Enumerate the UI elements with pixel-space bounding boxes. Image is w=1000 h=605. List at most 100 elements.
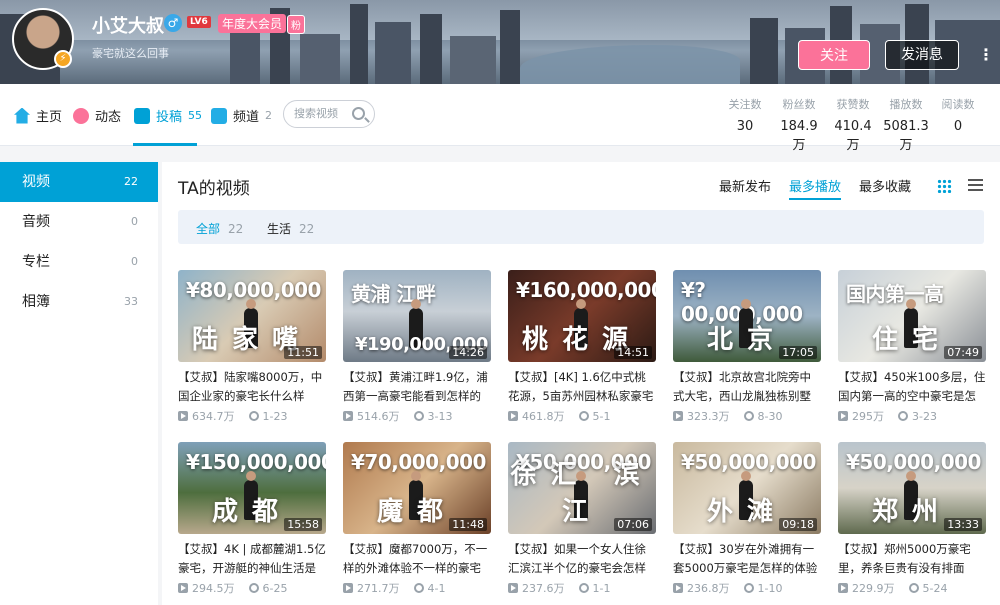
sort-most-played[interactable]: 最多播放 (789, 176, 842, 200)
video-thumbnail[interactable]: ¥70,000,000 魔都 11:48 (343, 442, 491, 534)
upload-date: 6-25 (262, 581, 288, 595)
play-count-icon (838, 411, 848, 421)
clock-icon (413, 583, 424, 593)
video-title[interactable]: 【艾叔】如果一个女人住徐汇滨江半个亿的豪宅会怎样 (508, 540, 656, 578)
banner-building (350, 4, 368, 84)
username: 小艾大叔 (92, 16, 164, 37)
play-count: 634.7万 (192, 410, 235, 423)
video-thumbnail[interactable]: 国内第一高 住宅 07:49 (838, 270, 986, 362)
video-upload-icon (134, 107, 150, 124)
video-thumbnail[interactable]: ¥50,000,000 郑州 13:33 (838, 442, 986, 534)
stat-following[interactable]: 关注数 30 (727, 96, 763, 134)
clock-icon (743, 411, 754, 421)
tab-uploads[interactable]: 投稿 55 (134, 106, 202, 125)
clock-icon (743, 583, 754, 593)
stat-value: 5081.3万 (883, 119, 929, 153)
clock-icon (248, 411, 259, 421)
video-card[interactable]: ¥50,000,000 外滩 09:18 【艾叔】30岁在外滩拥有一套5000万豪宅是… (673, 442, 821, 596)
video-card[interactable]: ¥150,000,000 成都 15:58 【艾叔】4K | 成都麓湖1.5亿豪宅，开… (178, 442, 326, 596)
sidebar-item-count: 22 (124, 175, 138, 188)
video-thumbnail[interactable]: ¥160,000,000 桃花源 14:51 (508, 270, 656, 362)
play-count: 236.8万 (687, 582, 730, 595)
video-title[interactable]: 【艾叔】黄浦江畔1.9亿，浦西第一高豪宅能看到怎样的风 (343, 368, 491, 406)
sidebar-item-audio[interactable]: 音频 0 (0, 202, 158, 242)
stat-plays: 播放数 5081.3万 (879, 96, 933, 153)
sidebar-item-articles[interactable]: 专栏 0 (0, 242, 158, 282)
filter-count: 22 (228, 222, 244, 236)
stat-value: 410.4万 (834, 119, 872, 153)
video-title[interactable]: 【艾叔】4K | 成都麓湖1.5亿豪宅，开游艇的神仙生活是什 (178, 540, 326, 578)
video-title[interactable]: 【艾叔】北京故宫北院旁中式大宅，西山龙胤独栋别墅几亩 (673, 368, 821, 406)
upload-date: 4-1 (427, 581, 446, 595)
lightning-badge-icon: ⚡ (54, 50, 72, 68)
search-icon[interactable] (352, 107, 365, 120)
follow-button[interactable]: 关注 (798, 40, 870, 70)
banner-building (420, 14, 442, 84)
video-list-panel: TA的视频 最新发布 最多播放 最多收藏 全部 22 生活 22 ¥80,000,0… (162, 162, 1000, 605)
video-duration: 15:58 (284, 518, 322, 531)
stat-label: 阅读数 (941, 98, 975, 111)
video-card[interactable]: ¥50,000,000 徐汇 滨江 07:06 【艾叔】如果一个女人住徐汇滨江半个亿的… (508, 442, 656, 596)
sidebar-item-label: 专栏 (22, 254, 50, 270)
video-duration: 11:48 (449, 518, 487, 531)
filter-all[interactable]: 全部 22 (196, 220, 243, 237)
video-thumbnail[interactable]: ¥?00,000,000 北京 17:05 (673, 270, 821, 362)
video-duration: 07:49 (944, 346, 982, 359)
video-title[interactable]: 【艾叔】魔都7000万，不一样的外滩体验不一样的豪宅 (343, 540, 491, 578)
play-count-icon (343, 583, 353, 593)
sort-latest[interactable]: 最新发布 (719, 176, 771, 195)
play-count-icon (178, 411, 188, 421)
play-count-icon (343, 411, 353, 421)
video-thumbnail[interactable]: 黄浦 江畔 ¥190,000,000 14:26 (343, 270, 491, 362)
video-card[interactable]: ¥160,000,000 桃花源 14:51 【艾叔】[4K] 1.6亿中式桃花源，5… (508, 270, 656, 424)
video-duration: 13:33 (944, 518, 982, 531)
video-thumbnail[interactable]: ¥50,000,000 徐汇 滨江 07:06 (508, 442, 656, 534)
more-options-icon[interactable]: ⋮ (978, 42, 994, 68)
message-button[interactable]: 发消息 (885, 40, 959, 70)
grid-view-icon[interactable] (937, 179, 952, 193)
upload-date: 8-30 (757, 409, 783, 423)
video-title[interactable]: 【艾叔】30岁在外滩拥有一套5000万豪宅是怎样的体验 (673, 540, 821, 578)
tab-channels[interactable]: 频道 2 (211, 106, 272, 125)
play-count: 461.8万 (522, 410, 565, 423)
play-count-icon (508, 583, 518, 593)
video-card[interactable]: ¥70,000,000 魔都 11:48 【艾叔】魔都7000万，不一样的外滩体验不一… (343, 442, 491, 596)
clock-icon (578, 583, 589, 593)
video-title[interactable]: 【艾叔】郑州5000万豪宅里，养条巨贵有没有排面 (838, 540, 986, 578)
vip-badge[interactable]: 年度大会员 (218, 14, 287, 33)
tab-home[interactable]: 主页 (14, 106, 62, 125)
sidebar-item-count: 33 (124, 295, 138, 308)
filter-label: 生活 (267, 222, 292, 236)
video-card[interactable]: ¥80,000,000 陆家嘴 11:51 【艾叔】陆家嘴8000万，中国企业家的豪宅… (178, 270, 326, 424)
sidebar-item-label: 相簿 (22, 294, 50, 310)
video-meta: 236.8万 1-10 (673, 580, 821, 596)
sidebar-item-count: 0 (131, 215, 138, 228)
video-card[interactable]: 黄浦 江畔 ¥190,000,000 14:26 【艾叔】黄浦江畔1.9亿，浦西第一高… (343, 270, 491, 424)
sidebar-item-albums[interactable]: 相簿 33 (0, 282, 158, 322)
video-card[interactable]: 国内第一高住宅07:49 【艾叔】450米100多层，住国内第一高的空中豪宅是怎样… (838, 270, 986, 424)
play-count: 294.5万 (192, 582, 235, 595)
sort-most-favorited[interactable]: 最多收藏 (859, 176, 911, 195)
video-thumbnail[interactable]: ¥50,000,000 外滩 09:18 (673, 442, 821, 534)
stat-label: 粉丝数 (782, 98, 816, 111)
tab-home-label: 主页 (36, 110, 63, 125)
video-search-input[interactable]: 搜索视频 (283, 100, 375, 128)
video-thumbnail[interactable]: ¥80,000,000 陆家嘴 11:51 (178, 270, 326, 362)
video-title[interactable]: 【艾叔】450米100多层，住国内第一高的空中豪宅是怎样 (838, 368, 986, 406)
fan-medal-badge: 粉 (287, 15, 305, 34)
video-thumbnail[interactable]: ¥150,000,000 成都 15:58 (178, 442, 326, 534)
stat-value: 30 (736, 119, 754, 134)
play-count-icon (838, 583, 848, 593)
filter-life[interactable]: 生活 22 (267, 220, 314, 237)
video-card[interactable]: ¥?00,000,000 北京 17:05 【艾叔】北京故宫北院旁中式大宅，西山龙胤独… (673, 270, 821, 424)
video-title[interactable]: 【艾叔】陆家嘴8000万，中国企业家的豪宅长什么样 (178, 368, 326, 406)
list-view-icon[interactable] (968, 179, 983, 193)
stat-value: 0 (953, 119, 963, 134)
video-title[interactable]: 【艾叔】[4K] 1.6亿中式桃花源，5亩苏州园林私家豪宅长 (508, 368, 656, 406)
sidebar-item-video[interactable]: 视频 22 (0, 162, 158, 202)
play-count: 271.7万 (357, 582, 400, 595)
play-count: 514.6万 (357, 410, 400, 423)
stat-followers[interactable]: 粉丝数 184.9万 (776, 96, 822, 153)
video-card[interactable]: ¥50,000,000 郑州 13:33 【艾叔】郑州5000万豪宅里，养条巨贵有没有… (838, 442, 986, 596)
tab-dynamic[interactable]: 动态 (73, 106, 121, 125)
